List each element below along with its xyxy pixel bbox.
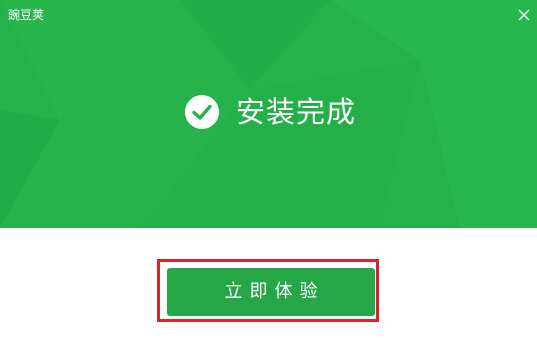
close-icon	[518, 9, 530, 21]
check-circle-icon	[185, 95, 219, 129]
try-now-button[interactable]: 立即体验	[167, 268, 375, 316]
close-button[interactable]	[517, 7, 531, 21]
status-text: 安装完成	[236, 95, 357, 129]
install-status: 安装完成	[184, 94, 356, 130]
header-banner: 豌豆荚 安装完成	[0, 0, 537, 228]
highlight-frame: 立即体验	[157, 259, 379, 322]
window-title: 豌豆荚	[8, 8, 45, 22]
installer-window: 豌豆荚 安装完成 立即体验	[0, 0, 537, 358]
